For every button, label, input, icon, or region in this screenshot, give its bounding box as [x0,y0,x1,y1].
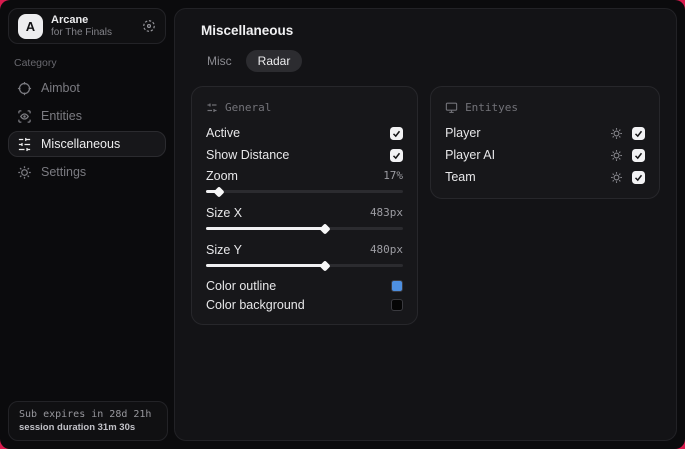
general-panel: General Active Show Distance Zoom 17% Si… [191,86,419,325]
sidebar-item-aimbot[interactable]: Aimbot [8,75,166,101]
active-checkbox[interactable] [390,126,404,140]
main-card: Miscellaneous Misc Radar General Active … [174,8,677,441]
color-row-outline: Color outline [206,276,404,295]
target-icon[interactable] [142,19,156,33]
slider-row-size-x: Size X 483px [206,205,404,220]
zoom-slider[interactable] [206,185,404,198]
size-y-slider[interactable] [206,259,404,272]
size-x-value: 483px [369,206,404,219]
slider-thumb[interactable] [213,185,225,198]
entity-gear-icon[interactable] [610,127,623,140]
slider-thumb[interactable] [319,222,331,235]
general-panel-title: General [225,101,272,114]
slider-row-zoom: Zoom 17% [206,168,404,183]
sliders-icon [17,137,32,152]
tab-misc[interactable]: Misc [195,50,244,72]
color-outline-swatch[interactable] [391,279,404,292]
sidebar: A Arcane for The Finals Category Aimbot … [0,0,174,449]
entities-panel-title: Entityes [465,101,519,114]
app-title: Arcane [51,13,89,26]
tab-bar: Misc Radar [193,48,304,74]
entity-row-player-ai: Player AI [445,144,645,166]
entity-gear-icon[interactable] [610,149,623,162]
entity-row-team: Team [445,166,645,188]
scan-eye-icon [17,109,32,124]
entity-gear-icon[interactable] [610,171,623,184]
slider-thumb[interactable] [319,259,331,272]
team-checkbox[interactable] [632,170,645,184]
entities-panel: Entityes Player Player AI Team [430,86,660,199]
sidebar-item-settings[interactable]: Settings [8,159,166,185]
size-y-value: 480px [369,243,404,256]
sidebar-item-miscellaneous[interactable]: Miscellaneous [8,131,166,157]
player-ai-checkbox[interactable] [632,148,645,162]
sidebar-item-label: Entities [41,109,82,123]
tab-radar[interactable]: Radar [245,50,303,72]
zoom-value: 17% [383,169,404,182]
player-checkbox[interactable] [632,126,645,140]
show-distance-checkbox[interactable] [390,148,404,162]
sub-expiry-text: Sub expires in 28d 21h [19,409,152,420]
sidebar-item-label: Miscellaneous [41,137,121,151]
color-row-background: Color background [206,295,404,314]
color-background-swatch[interactable] [391,298,404,311]
app-logo: A [18,13,43,39]
gear-icon [17,165,32,180]
size-x-slider[interactable] [206,222,404,235]
sidebar-nav: Aimbot Entities Miscellaneous Settings [8,75,166,185]
crosshair-icon [17,81,32,96]
sidebar-item-entities[interactable]: Entities [8,103,166,129]
page-title: Miscellaneous [201,23,294,38]
toggle-row-show-distance: Show Distance [206,144,404,166]
subscription-card: Sub expires in 28d 21h session duration … [8,401,168,441]
toggle-row-active: Active [206,122,404,144]
monitor-icon [445,101,458,114]
brand-card: A Arcane for The Finals [8,8,166,44]
app-subtitle: for The Finals [51,26,112,38]
category-label: Category [14,57,57,69]
slider-row-size-y: Size Y 480px [206,242,404,257]
sidebar-item-label: Settings [41,165,87,179]
app-window: A Arcane for The Finals Category Aimbot … [0,0,685,449]
sidebar-item-label: Aimbot [41,81,80,95]
entity-row-player: Player [445,122,645,144]
session-duration-text: session duration 31m 30s [19,422,136,433]
sliders-small-icon [206,102,218,114]
